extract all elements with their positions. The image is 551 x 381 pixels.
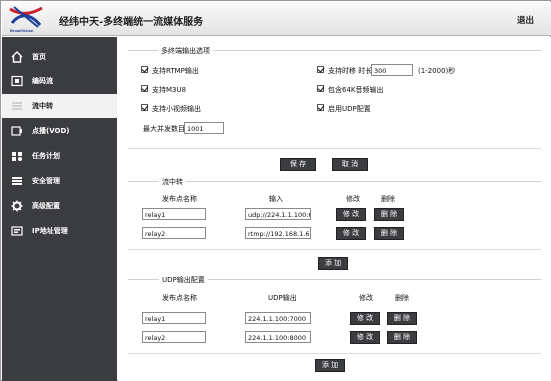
mini-video-checkbox[interactable] [141, 104, 148, 111]
section-title: 多终端输出选项 [158, 46, 213, 56]
rtmp-checkbox[interactable] [141, 66, 148, 73]
divider [128, 249, 541, 250]
add-udp-button[interactable]: 添 加 [315, 359, 345, 372]
col-delete-header: 删除 [381, 195, 395, 203]
udp-name-input[interactable]: relay2 [142, 331, 206, 343]
edit-button[interactable]: 修 改 [350, 331, 380, 344]
sidebar-item-vod[interactable]: 点播(VOD) [2, 119, 117, 143]
col-edit-header: 修改 [359, 294, 373, 302]
sidebar-item-label: 点播(VOD) [32, 127, 70, 135]
logout-button[interactable]: 退出 [517, 14, 534, 26]
divider [128, 353, 541, 354]
sidebar: 首页 编码流 流中转 点播(VOD) 任务计划 安全管理 高级配置 IP地址管理 [2, 37, 117, 381]
sidebar-item-label: 流中转 [32, 102, 53, 110]
timeshift-label: 支持时移 时长 [328, 67, 373, 75]
timeshift-checkbox[interactable] [317, 66, 324, 73]
udp-output-input[interactable]: 224.1.1.100:8000 [245, 331, 311, 343]
gear-icon [11, 200, 23, 212]
header: BroadVision 经纬中天-多终端统一流媒体服务 退出 [2, 2, 551, 36]
edit-button[interactable]: 修 改 [336, 227, 366, 240]
m3u8-label: 支持M3U8 [152, 86, 187, 94]
app-title: 经纬中天-多终端统一流媒体服务 [59, 17, 204, 28]
sidebar-item-relay[interactable]: 流中转 [2, 94, 117, 118]
relay-input-url[interactable]: rtmp://192.168.1.67:5 [245, 227, 311, 239]
sidebar-item-label: 高级配置 [32, 202, 60, 210]
sidebar-item-label: 首页 [32, 53, 46, 61]
section-title: UDP输出配置 [159, 275, 208, 285]
timeshift-input[interactable]: 300 [371, 64, 413, 76]
security-icon [11, 175, 23, 187]
schedule-icon [11, 150, 23, 162]
relay-section: 流中转 [128, 177, 541, 187]
sidebar-item-schedule[interactable]: 任务计划 [2, 144, 117, 168]
sidebar-item-encode-stream[interactable]: 编码流 [2, 69, 117, 93]
delete-button[interactable]: 删 除 [387, 312, 417, 325]
sidebar-item-advanced[interactable]: 高级配置 [2, 194, 117, 218]
audio64k-checkbox[interactable] [317, 85, 324, 92]
vod-icon [11, 125, 23, 137]
sidebar-item-label: 任务计划 [32, 152, 60, 160]
udp-section: UDP输出配置 [128, 275, 541, 285]
m3u8-checkbox[interactable] [141, 85, 148, 92]
film-icon [11, 75, 23, 87]
udp-output-input[interactable]: 224.1.1.100:7000 [245, 312, 311, 324]
col-edit-header: 修改 [346, 195, 360, 203]
delete-button[interactable]: 删 除 [374, 208, 404, 221]
delete-button[interactable]: 删 除 [374, 227, 404, 240]
section-title: 流中转 [159, 177, 186, 187]
home-icon [11, 51, 23, 63]
relay-name-input[interactable]: relay2 [142, 227, 206, 239]
udp-name-input[interactable]: relay1 [142, 312, 206, 324]
max-concurrency-input[interactable]: 1001 [184, 122, 224, 134]
delete-button[interactable]: 删 除 [387, 331, 417, 344]
ip-icon [11, 225, 23, 237]
sidebar-item-label: 安全管理 [32, 177, 60, 185]
mini-video-label: 支持小视频输出 [152, 105, 201, 113]
cancel-button[interactable]: 取 消 [332, 158, 368, 171]
output-options-section: 多终端输出选项 [128, 46, 541, 56]
col-output-header: UDP输出 [268, 294, 297, 302]
col-delete-header: 删除 [395, 294, 409, 302]
rtmp-label: 支持RTMP输出 [152, 67, 199, 75]
sidebar-item-home[interactable]: 首页 [2, 45, 117, 69]
relay-icon [11, 100, 23, 112]
add-relay-button[interactable]: 添 加 [318, 257, 348, 270]
divider [128, 148, 541, 149]
col-name-header: 发布点名称 [162, 195, 197, 203]
sidebar-item-label: IP地址管理 [32, 227, 68, 235]
udp-config-label: 启用UDP配置 [328, 105, 371, 113]
col-input-header: 输入 [269, 195, 283, 203]
main-content: 多终端输出选项 支持RTMP输出 支持时移 时长 300 (1-2000)秒 支… [118, 37, 551, 381]
sidebar-item-ip[interactable]: IP地址管理 [2, 219, 117, 243]
edit-button[interactable]: 修 改 [350, 312, 380, 325]
logo: BroadVision [8, 5, 44, 33]
max-concurrency-label: 最大并发数目 [143, 125, 185, 133]
col-name-header: 发布点名称 [162, 294, 197, 302]
edit-button[interactable]: 修 改 [336, 208, 366, 221]
timeshift-range: (1-2000)秒 [418, 67, 456, 75]
udp-config-checkbox[interactable] [317, 104, 324, 111]
sidebar-item-label: 编码流 [32, 77, 53, 85]
relay-input-url[interactable]: udp://224.1.1.100:60 [245, 208, 311, 220]
relay-name-input[interactable]: relay1 [142, 208, 206, 220]
app-window: BroadVision 经纬中天-多终端统一流媒体服务 退出 首页 编码流 流中… [0, 0, 551, 381]
save-button[interactable]: 保 存 [280, 158, 316, 171]
audio64k-label: 包含64K音频输出 [328, 86, 384, 94]
sidebar-item-security[interactable]: 安全管理 [2, 169, 117, 193]
logo-text: BroadVision [10, 28, 34, 33]
